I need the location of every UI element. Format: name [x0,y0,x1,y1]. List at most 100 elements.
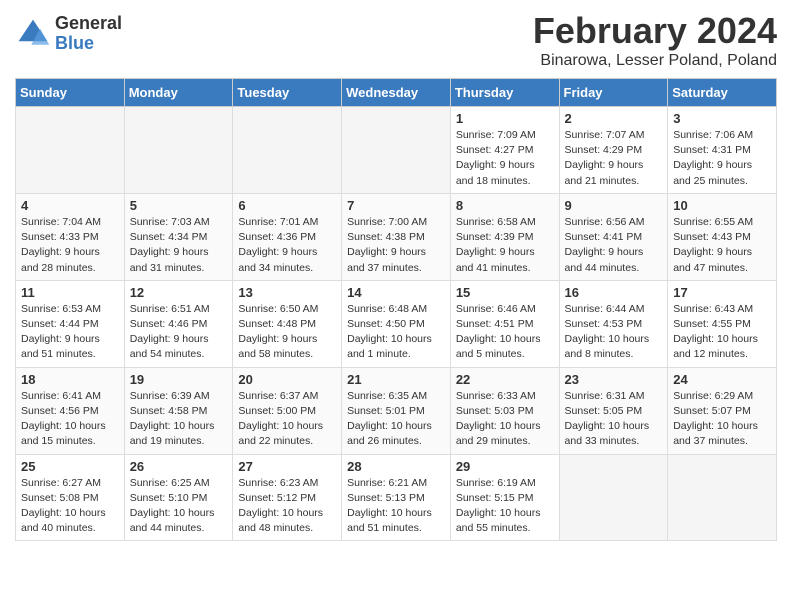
calendar-cell: 20Sunrise: 6:37 AMSunset: 5:00 PMDayligh… [233,367,342,454]
calendar-cell: 1 Sunrise: 7:09 AMSunset: 4:27 PMDaylight… [450,107,559,194]
day-info: Sunrise: 6:48 AMSunset: 4:50 PMDaylight:… [347,302,445,363]
calendar-header-row: SundayMondayTuesdayWednesdayThursdayFrid… [16,79,777,107]
calendar-cell: 19 Sunrise: 6:39 AMSunset: 4:58 PMDayligh… [124,367,233,454]
calendar-week-1: 4Sunrise: 7:04 AMSunset: 4:33 PMDaylight… [16,193,777,280]
day-number: 22 [456,372,554,387]
calendar-cell: 14 Sunrise: 6:48 AMSunset: 4:50 PMDayligh… [342,280,451,367]
calendar-table: SundayMondayTuesdayWednesdayThursdayFrid… [15,78,777,541]
calendar-cell: 18Sunrise: 6:41 AMSunset: 4:56 PMDayligh… [16,367,125,454]
day-info: Sunrise: 6:56 AMSunset: 4:41 PMDaylight:… [565,215,663,276]
day-header-monday: Monday [124,79,233,107]
header: General Blue February 2024 Binarowa, Les… [15,10,777,70]
calendar-cell: 16 Sunrise: 6:44 AMSunset: 4:53 PMDayligh… [559,280,668,367]
title-area: February 2024 Binarowa, Lesser Poland, P… [533,10,777,70]
calendar-cell: 5 Sunrise: 7:03 AMSunset: 4:34 PMDaylight… [124,193,233,280]
day-info: Sunrise: 6:39 AMSunset: 4:58 PMDaylight:… [130,389,228,450]
day-info: Sunrise: 6:29 AMSunset: 5:07 PMDaylight:… [673,389,771,450]
day-info: Sunrise: 6:33 AMSunset: 5:03 PMDaylight:… [456,389,554,450]
day-number: 8 [456,198,554,213]
calendar-week-4: 25Sunrise: 6:27 AMSunset: 5:08 PMDayligh… [16,454,777,541]
calendar-cell: 26 Sunrise: 6:25 AMSunset: 5:10 PMDayligh… [124,454,233,541]
calendar-cell: 28 Sunrise: 6:21 AMSunset: 5:13 PMDayligh… [342,454,451,541]
day-number: 4 [21,198,119,213]
calendar-cell: 22 Sunrise: 6:33 AMSunset: 5:03 PMDayligh… [450,367,559,454]
day-number: 3 [673,111,771,126]
location-title: Binarowa, Lesser Poland, Poland [533,52,777,70]
day-number: 16 [565,285,663,300]
day-number: 17 [673,285,771,300]
day-info: Sunrise: 6:44 AMSunset: 4:53 PMDaylight:… [565,302,663,363]
calendar-week-0: 1 Sunrise: 7:09 AMSunset: 4:27 PMDaylight… [16,107,777,194]
calendar-body: 1 Sunrise: 7:09 AMSunset: 4:27 PMDaylight… [16,107,777,541]
day-info: Sunrise: 6:23 AMSunset: 5:12 PMDaylight:… [238,476,336,537]
day-header-friday: Friday [559,79,668,107]
calendar-cell: 12 Sunrise: 6:51 AMSunset: 4:46 PMDayligh… [124,280,233,367]
calendar-cell: 4Sunrise: 7:04 AMSunset: 4:33 PMDaylight… [16,193,125,280]
day-info: Sunrise: 6:27 AMSunset: 5:08 PMDaylight:… [21,476,119,537]
day-number: 20 [238,372,336,387]
day-number: 5 [130,198,228,213]
day-info: Sunrise: 7:03 AMSunset: 4:34 PMDaylight:… [130,215,228,276]
day-number: 1 [456,111,554,126]
day-number: 14 [347,285,445,300]
calendar-cell [16,107,125,194]
logo-general-text: General [55,14,122,34]
day-info: Sunrise: 7:00 AMSunset: 4:38 PMDaylight:… [347,215,445,276]
day-number: 7 [347,198,445,213]
calendar-cell: 24 Sunrise: 6:29 AMSunset: 5:07 PMDayligh… [668,367,777,454]
day-number: 27 [238,459,336,474]
day-number: 26 [130,459,228,474]
day-info: Sunrise: 6:55 AMSunset: 4:43 PMDaylight:… [673,215,771,276]
calendar-cell: 2 Sunrise: 7:07 AMSunset: 4:29 PMDaylight… [559,107,668,194]
calendar-cell: 7 Sunrise: 7:00 AMSunset: 4:38 PMDaylight… [342,193,451,280]
day-number: 28 [347,459,445,474]
month-title: February 2024 [533,10,777,52]
day-info: Sunrise: 6:51 AMSunset: 4:46 PMDaylight:… [130,302,228,363]
calendar-cell: 6Sunrise: 7:01 AMSunset: 4:36 PMDaylight… [233,193,342,280]
day-number: 12 [130,285,228,300]
calendar-cell: 21 Sunrise: 6:35 AMSunset: 5:01 PMDayligh… [342,367,451,454]
calendar-week-3: 18Sunrise: 6:41 AMSunset: 4:56 PMDayligh… [16,367,777,454]
day-info: Sunrise: 6:46 AMSunset: 4:51 PMDaylight:… [456,302,554,363]
calendar-cell [342,107,451,194]
day-info: Sunrise: 7:07 AMSunset: 4:29 PMDaylight:… [565,128,663,189]
day-header-wednesday: Wednesday [342,79,451,107]
calendar-cell [124,107,233,194]
day-number: 13 [238,285,336,300]
day-number: 24 [673,372,771,387]
calendar-cell: 27 Sunrise: 6:23 AMSunset: 5:12 PMDayligh… [233,454,342,541]
calendar-cell: 11 Sunrise: 6:53 AMSunset: 4:44 PMDayligh… [16,280,125,367]
day-number: 11 [21,285,119,300]
calendar-week-2: 11 Sunrise: 6:53 AMSunset: 4:44 PMDayligh… [16,280,777,367]
logo-blue-text: Blue [55,34,122,54]
day-number: 15 [456,285,554,300]
calendar-cell: 25Sunrise: 6:27 AMSunset: 5:08 PMDayligh… [16,454,125,541]
day-number: 23 [565,372,663,387]
day-info: Sunrise: 7:09 AMSunset: 4:27 PMDaylight:… [456,128,554,189]
logo-icon [15,16,51,52]
day-info: Sunrise: 6:35 AMSunset: 5:01 PMDaylight:… [347,389,445,450]
day-number: 10 [673,198,771,213]
calendar-cell: 23Sunrise: 6:31 AMSunset: 5:05 PMDayligh… [559,367,668,454]
day-info: Sunrise: 6:25 AMSunset: 5:10 PMDaylight:… [130,476,228,537]
calendar-cell: 3Sunrise: 7:06 AMSunset: 4:31 PMDaylight… [668,107,777,194]
day-info: Sunrise: 6:50 AMSunset: 4:48 PMDaylight:… [238,302,336,363]
day-number: 2 [565,111,663,126]
calendar-cell: 9 Sunrise: 6:56 AMSunset: 4:41 PMDaylight… [559,193,668,280]
day-info: Sunrise: 6:53 AMSunset: 4:44 PMDaylight:… [21,302,119,363]
day-header-sunday: Sunday [16,79,125,107]
day-info: Sunrise: 6:21 AMSunset: 5:13 PMDaylight:… [347,476,445,537]
day-info: Sunrise: 6:58 AMSunset: 4:39 PMDaylight:… [456,215,554,276]
day-number: 6 [238,198,336,213]
day-info: Sunrise: 6:41 AMSunset: 4:56 PMDaylight:… [21,389,119,450]
calendar-cell [233,107,342,194]
day-info: Sunrise: 6:19 AMSunset: 5:15 PMDaylight:… [456,476,554,537]
day-number: 19 [130,372,228,387]
day-number: 29 [456,459,554,474]
calendar-cell: 8 Sunrise: 6:58 AMSunset: 4:39 PMDaylight… [450,193,559,280]
calendar-cell: 29 Sunrise: 6:19 AMSunset: 5:15 PMDayligh… [450,454,559,541]
day-number: 9 [565,198,663,213]
calendar-cell [559,454,668,541]
calendar-cell: 13 Sunrise: 6:50 AMSunset: 4:48 PMDayligh… [233,280,342,367]
day-number: 21 [347,372,445,387]
